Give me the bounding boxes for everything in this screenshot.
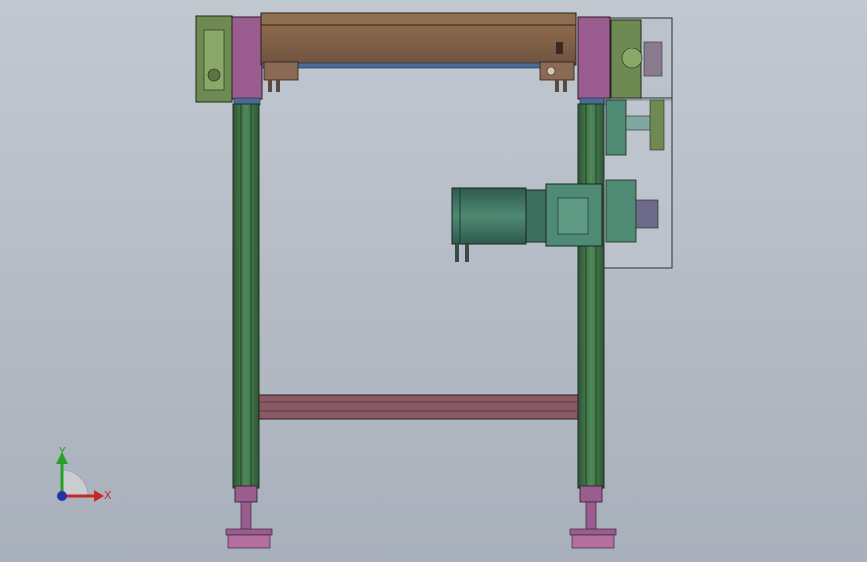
y-axis-label: Y — [58, 445, 66, 458]
left-leveling-foot[interactable] — [225, 501, 273, 549]
cad-viewport[interactable]: Y X — [0, 0, 867, 562]
right-leg[interactable] — [577, 103, 605, 503]
left-end-drive[interactable] — [195, 15, 263, 106]
right-leveling-foot[interactable] — [569, 501, 617, 549]
lower-cross-bar[interactable] — [258, 394, 579, 420]
right-bearing-block[interactable] — [539, 61, 575, 92]
z-axis-origin — [57, 491, 67, 501]
right-end-drive[interactable] — [577, 16, 673, 106]
coordinate-triad: Y X — [56, 445, 112, 502]
x-axis-label: X — [104, 489, 112, 502]
left-leg[interactable] — [232, 103, 260, 503]
triad-plane-marker — [61, 469, 89, 497]
top-conveyor-beam[interactable] — [260, 12, 577, 69]
left-bearing-block[interactable] — [263, 61, 299, 92]
side-drive-housing[interactable] — [603, 97, 673, 269]
conveyor-frame-drawing: Y X — [56, 12, 673, 549]
x-axis-arrowhead — [94, 490, 104, 502]
